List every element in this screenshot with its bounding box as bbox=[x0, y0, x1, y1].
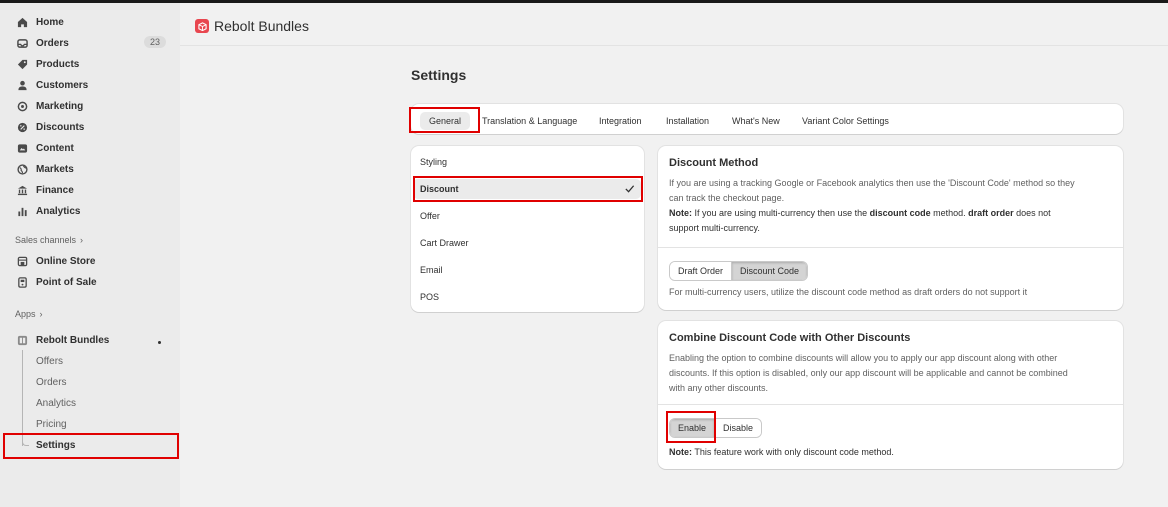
home-icon bbox=[15, 15, 29, 29]
settings-menu-card bbox=[411, 146, 644, 312]
sidebar-item-point-of-sale[interactable]: Point of Sale bbox=[15, 273, 170, 291]
tab-variant-color-settings[interactable]: Variant Color Settings bbox=[802, 114, 889, 128]
tab-translation-language[interactable]: Translation & Language bbox=[482, 114, 577, 128]
sidebar-item-discounts[interactable]: Discounts bbox=[15, 118, 170, 136]
sidebar-subitem-analytics[interactable]: Analytics bbox=[36, 395, 76, 411]
discount-method-toggle: Draft Order Discount Code bbox=[669, 261, 809, 281]
highlight-box-discount-menu bbox=[413, 176, 643, 202]
menu-item-pos[interactable]: POS bbox=[420, 290, 439, 304]
sidebar-item-analytics[interactable]: Analytics bbox=[15, 202, 170, 220]
sidebar-item-orders[interactable]: Orders 23 bbox=[15, 34, 170, 52]
app-logo-icon bbox=[195, 19, 209, 33]
tab-installation[interactable]: Installation bbox=[666, 114, 709, 128]
sidebar-subitem-offers[interactable]: Offers bbox=[36, 353, 63, 369]
menu-item-offer[interactable]: Offer bbox=[420, 209, 440, 223]
pos-icon bbox=[15, 275, 29, 289]
sidebar-item-online-store[interactable]: Online Store bbox=[15, 252, 170, 270]
content-icon bbox=[15, 141, 29, 155]
draft-order-option[interactable]: Draft Order bbox=[670, 262, 732, 280]
chevron-right-icon: › bbox=[39, 309, 43, 319]
sidebar-item-label: Finance bbox=[36, 184, 74, 196]
sidebar-item-label: Orders bbox=[36, 37, 69, 49]
combine-discount-note: Note: This feature work with only discou… bbox=[669, 447, 894, 457]
sidebar-item-products[interactable]: Products bbox=[15, 55, 170, 73]
sidebar-item-label: Content bbox=[36, 142, 74, 154]
inbox-icon bbox=[15, 36, 29, 50]
globe-icon bbox=[15, 162, 29, 176]
tree-connector bbox=[22, 350, 23, 446]
sidebar-item-label: Online Store bbox=[36, 255, 96, 267]
orders-count-badge: 23 bbox=[143, 36, 166, 48]
sidebar-item-label: Rebolt Bundles bbox=[36, 334, 110, 346]
menu-item-email[interactable]: Email bbox=[420, 263, 443, 277]
tab-integration[interactable]: Integration bbox=[599, 114, 642, 128]
sales-channels-heading[interactable]: Sales channels › bbox=[15, 235, 83, 245]
sidebar-item-label: Customers bbox=[36, 79, 89, 91]
sidebar-item-label: Analytics bbox=[36, 205, 81, 217]
discount-code-option[interactable]: Discount Code bbox=[731, 262, 808, 280]
bar-chart-icon bbox=[15, 204, 29, 218]
disable-option[interactable]: Disable bbox=[714, 419, 762, 437]
target-icon bbox=[15, 99, 29, 113]
chevron-right-icon: › bbox=[80, 235, 84, 245]
header-divider bbox=[180, 45, 1168, 46]
app-header: Rebolt Bundles bbox=[195, 18, 309, 34]
pin-dot-icon bbox=[158, 341, 161, 344]
sidebar-item-label: Home bbox=[36, 16, 64, 28]
sidebar-item-label: Marketing bbox=[36, 100, 84, 112]
page-title: Settings bbox=[411, 67, 467, 83]
discount-icon bbox=[15, 120, 29, 134]
apps-heading[interactable]: Apps › bbox=[15, 309, 43, 319]
highlight-box-settings bbox=[3, 433, 179, 459]
person-icon bbox=[15, 78, 29, 92]
discount-method-title: Discount Method bbox=[669, 157, 759, 169]
sidebar-item-customers[interactable]: Customers bbox=[15, 76, 170, 94]
sidebar-item-rebolt-bundles[interactable]: Rebolt Bundles bbox=[15, 331, 170, 349]
sidebar-subitem-pricing[interactable]: Pricing bbox=[36, 416, 67, 432]
discount-method-divider bbox=[658, 247, 1123, 248]
sidebar-item-home[interactable]: Home bbox=[15, 13, 170, 31]
sidebar-item-content[interactable]: Content bbox=[15, 139, 170, 157]
menu-item-cart-drawer[interactable]: Cart Drawer bbox=[420, 236, 469, 250]
store-icon bbox=[15, 254, 29, 268]
sidebar-item-label: Products bbox=[36, 58, 80, 70]
menu-item-styling[interactable]: Styling bbox=[420, 155, 447, 169]
highlight-box-general-tab bbox=[409, 107, 480, 133]
highlight-box-enable bbox=[666, 411, 716, 443]
combine-discount-divider bbox=[658, 404, 1123, 405]
app-title: Rebolt Bundles bbox=[214, 18, 309, 34]
discount-method-description: If you are using a tracking Google or Fa… bbox=[669, 176, 1114, 236]
sidebar-item-finance[interactable]: Finance bbox=[15, 181, 170, 199]
sidebar-item-label: Markets bbox=[36, 163, 74, 175]
sidebar-item-markets[interactable]: Markets bbox=[15, 160, 170, 178]
tab-whats-new[interactable]: What's New bbox=[732, 114, 780, 128]
discount-method-note: Note: If you are using multi-currency th… bbox=[669, 208, 1051, 218]
tag-icon bbox=[15, 57, 29, 71]
combine-discount-title: Combine Discount Code with Other Discoun… bbox=[669, 332, 911, 344]
discount-method-help: For multi-currency users, utilize the di… bbox=[669, 287, 1028, 297]
sidebar-item-marketing[interactable]: Marketing bbox=[15, 97, 170, 115]
sidebar-item-label: Discounts bbox=[36, 121, 85, 133]
app-icon bbox=[15, 333, 29, 347]
sidebar-subitem-orders[interactable]: Orders bbox=[36, 374, 67, 390]
bank-icon bbox=[15, 183, 29, 197]
sidebar-item-label: Point of Sale bbox=[36, 276, 97, 288]
combine-discount-description: Enabling the option to combine discounts… bbox=[669, 353, 1068, 393]
